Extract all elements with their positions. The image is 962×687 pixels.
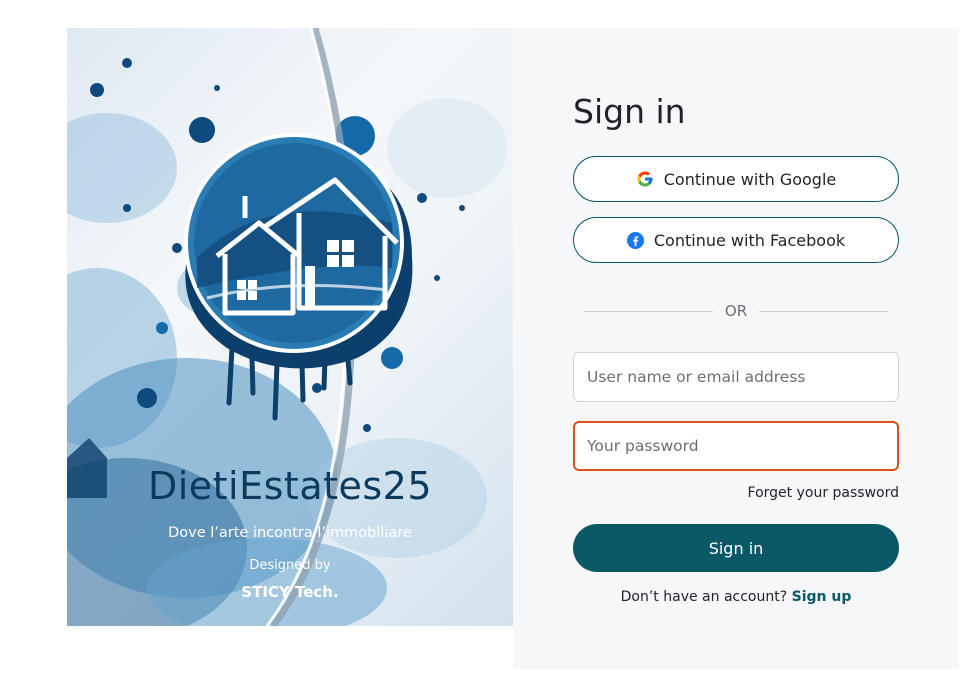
google-signin-button[interactable]: Continue with Google: [573, 156, 899, 202]
signup-prompt: Don’t have an account?: [620, 589, 788, 605]
company-name: STICY Tech.: [241, 583, 339, 601]
divider-text: OR: [724, 302, 748, 320]
brand-title: DietiEstates25: [147, 464, 433, 508]
designed-by-label: Designed by: [249, 558, 331, 573]
login-page: DietiEstates25 Dove l’arte incontra l’im…: [0, 0, 962, 687]
signin-panel: Sign in Continue with Google Continue wi…: [513, 28, 959, 669]
signin-button[interactable]: Sign in: [573, 524, 899, 572]
divider-line-left: [584, 310, 713, 312]
facebook-signin-button[interactable]: Continue with Facebook: [573, 217, 899, 263]
hero-panel: DietiEstates25 Dove l’arte incontra l’im…: [67, 28, 513, 626]
page-title: Sign in: [573, 92, 686, 131]
google-g-icon: [636, 170, 654, 188]
password-input[interactable]: [573, 421, 899, 471]
facebook-f-icon: [626, 231, 644, 249]
signup-link[interactable]: Sign up: [792, 589, 852, 605]
brand-tagline: Dove l’arte incontra l’immobiliare: [168, 525, 412, 541]
forgot-password-link[interactable]: Forget your password: [748, 485, 899, 501]
facebook-signin-label: Continue with Facebook: [653, 230, 846, 250]
signin-button-label: Sign in: [708, 538, 764, 558]
username-email-input[interactable]: [573, 352, 899, 402]
or-divider: OR: [584, 300, 889, 322]
google-signin-label: Continue with Google: [663, 169, 837, 189]
signup-row: Don’t have an account? Sign up: [573, 589, 899, 605]
divider-line-right: [759, 310, 889, 312]
